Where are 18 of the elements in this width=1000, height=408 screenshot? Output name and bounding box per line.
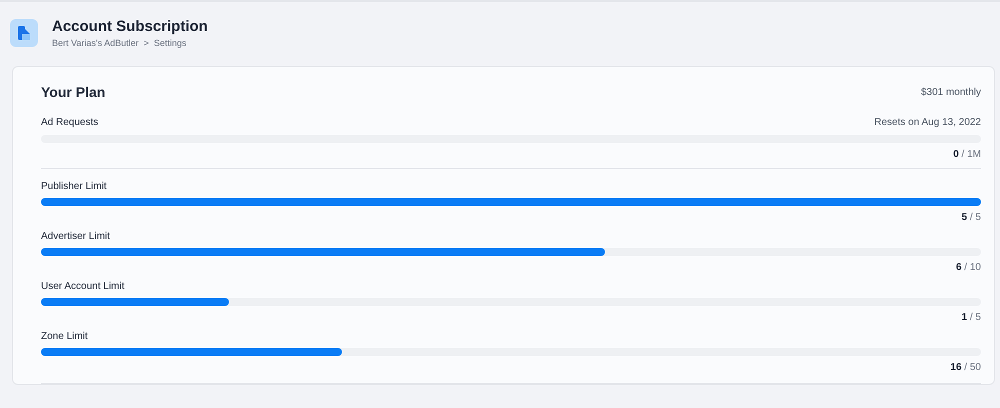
app-logo-icon [10, 19, 38, 47]
plan-title: Your Plan [41, 84, 106, 100]
limit-label: User Account Limit [41, 281, 124, 292]
limit-count: 6 / 10 [954, 262, 981, 275]
breadcrumb-separator: > [144, 38, 149, 48]
breadcrumb-link[interactable]: Settings [154, 38, 186, 48]
limit-count: 5 / 5 [960, 212, 981, 225]
limit-label: Publisher Limit [41, 181, 107, 192]
breadcrumb-link[interactable]: Bert Varias's AdButler [52, 38, 139, 48]
limit-label: Advertiser Limit [41, 231, 110, 242]
usage-count: 0 / 1M [952, 149, 981, 162]
plan-price: $301 monthly [920, 86, 981, 98]
page-title: Account Subscription [52, 18, 208, 35]
reset-date: Resets on Aug 13, 2022 [874, 117, 981, 128]
usage-label: Ad Requests [41, 117, 98, 128]
limit-count: 1 / 5 [960, 312, 981, 325]
limit-count: 16 / 50 [949, 362, 981, 375]
limit-label: Zone Limit [41, 331, 88, 342]
